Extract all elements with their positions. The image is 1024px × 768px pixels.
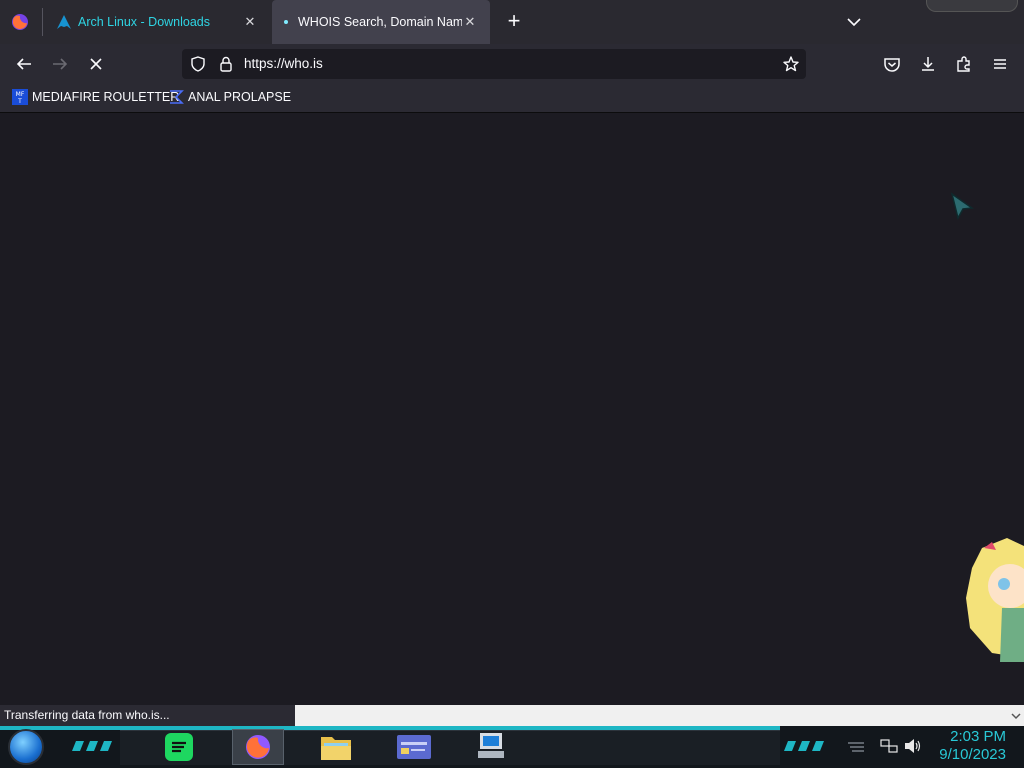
sigma-icon: [168, 89, 184, 105]
window-icon[interactable]: [396, 734, 432, 760]
taskbar-app-tray: [120, 730, 780, 765]
downloads-button[interactable]: [916, 52, 940, 76]
tab-title: WHOIS Search, Domain Name, Website, and …: [298, 15, 462, 29]
bookmark-star-icon[interactable]: [782, 55, 800, 73]
navigation-toolbar: https://who.is: [0, 44, 1024, 84]
spotify-icon[interactable]: [164, 732, 194, 762]
tab-close-icon[interactable]: ✕: [242, 14, 258, 30]
network-icon[interactable]: [880, 738, 898, 754]
taskbar: 2:03 PM 9/10/2023: [0, 726, 1024, 768]
tab-close-icon[interactable]: ✕: [462, 14, 478, 30]
clock-date: 9/10/2023: [939, 746, 1006, 763]
url-text: https://who.is: [244, 56, 323, 71]
arch-linux-icon: [56, 14, 72, 30]
back-button[interactable]: [12, 52, 36, 76]
status-panel: Transferring data from who.is...: [0, 705, 295, 726]
bookmarks-toolbar: MF T MEDIAFIRE ROULETTER ANAL PROLAPSE: [0, 84, 1024, 113]
start-button[interactable]: [8, 729, 44, 765]
horizontal-scrollbar[interactable]: [295, 705, 1024, 726]
window-decoration: [926, 0, 1018, 12]
bookmark-label: MEDIAFIRE ROULETTER: [32, 90, 180, 104]
mouse-cursor-icon: [950, 192, 976, 222]
page-content-area[interactable]: [0, 113, 1024, 705]
lock-icon[interactable]: [218, 55, 234, 73]
svg-text:MF: MF: [16, 91, 25, 98]
tracking-protection-shield-icon[interactable]: [190, 56, 206, 72]
bookmark-mediafire-rouletter[interactable]: MF T MEDIAFIRE ROULETTER: [12, 89, 179, 105]
taskbar-decoration-right: [784, 738, 828, 751]
extensions-button[interactable]: [952, 52, 976, 76]
firefox-icon: [246, 735, 270, 759]
hamburger-menu-button[interactable]: [988, 52, 1012, 76]
tab-strip: Arch Linux - Downloads ✕ WHOIS Search, D…: [0, 0, 1024, 44]
tab-title: Arch Linux - Downloads: [78, 15, 211, 29]
pocket-button[interactable]: [880, 52, 904, 76]
svg-text:T: T: [17, 98, 22, 105]
computer-icon[interactable]: [476, 731, 506, 761]
new-tab-button[interactable]: +: [502, 10, 526, 34]
mediafire-icon: MF T: [12, 89, 28, 105]
firefox-menu-icon[interactable]: [10, 12, 30, 32]
url-bar[interactable]: https://who.is: [182, 49, 806, 79]
tab-arch-linux-downloads[interactable]: Arch Linux - Downloads ✕: [44, 0, 270, 44]
list-all-tabs-button[interactable]: [842, 12, 866, 32]
system-clock[interactable]: 2:03 PM 9/10/2023: [939, 728, 1006, 764]
anime-character-sticker: [962, 538, 1024, 662]
bookmark-label: ANAL PROLAPSE: [188, 90, 292, 104]
volume-icon[interactable]: [904, 738, 922, 754]
loading-dot-icon: [284, 20, 288, 24]
clock-time: 2:03 PM: [950, 728, 1006, 745]
tab-whois-search[interactable]: WHOIS Search, Domain Name, Website, and …: [272, 0, 490, 44]
scroll-down-arrow-icon[interactable]: [1010, 709, 1022, 721]
show-hidden-icons-button[interactable]: [846, 740, 866, 752]
firefox-taskbar-button[interactable]: [232, 729, 284, 765]
file-explorer-icon[interactable]: [320, 733, 352, 761]
stop-loading-button[interactable]: [84, 52, 108, 76]
forward-button[interactable]: [48, 52, 72, 76]
taskbar-decoration-left: [72, 738, 116, 751]
bookmark-anal-prolapse[interactable]: ANAL PROLAPSE: [168, 89, 291, 105]
